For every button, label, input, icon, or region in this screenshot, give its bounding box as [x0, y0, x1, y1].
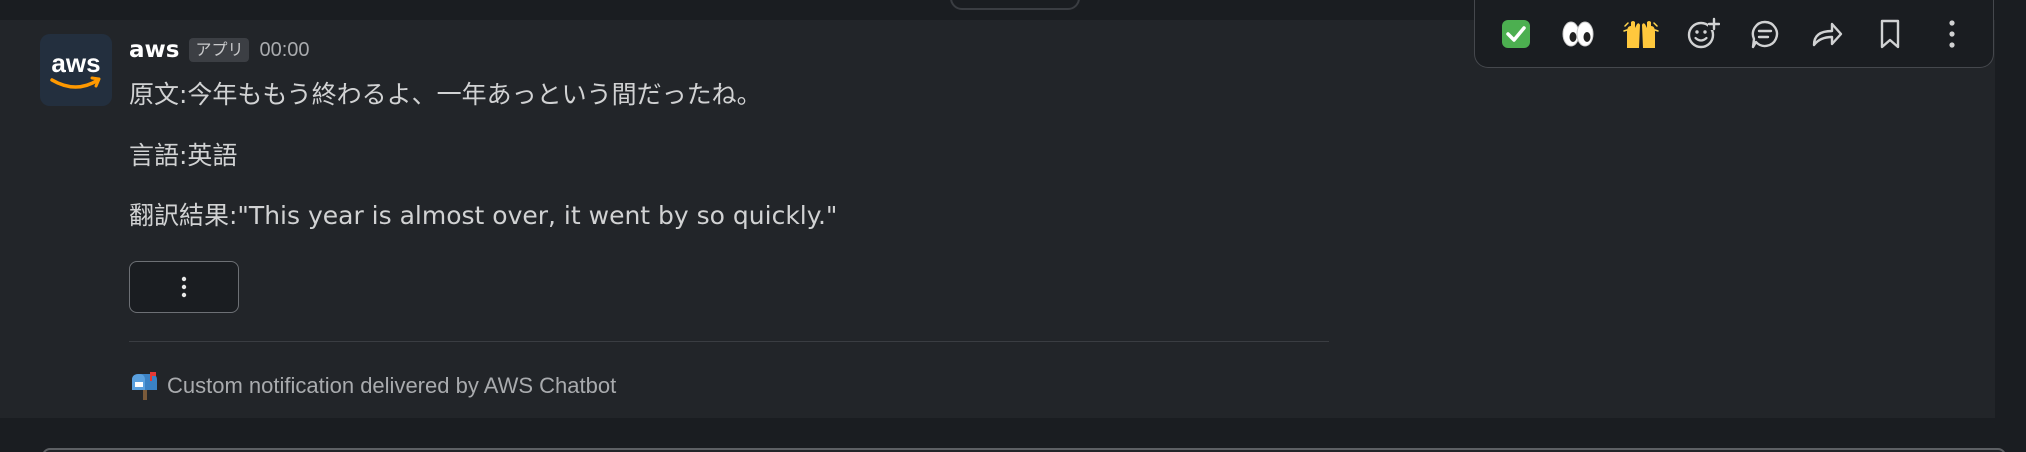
add-reaction-button[interactable]: [1680, 11, 1726, 57]
save-for-later-button[interactable]: [1867, 11, 1913, 57]
message-header: aws アプリ 00:00: [129, 34, 310, 66]
forward-icon: [1813, 22, 1843, 46]
avatar[interactable]: aws: [40, 34, 112, 106]
mailbox-icon: [132, 372, 157, 400]
add-reaction-icon: [1687, 17, 1720, 48]
forward-button[interactable]: [1804, 11, 1850, 57]
raised-hands-emoji-icon: [1622, 20, 1659, 48]
reply-in-thread-button[interactable]: [1742, 11, 1788, 57]
slack-window: aws aws アプリ 00:00 原文:今年ももう終わるよ、一年あっという間だ…: [0, 0, 2026, 452]
bookmark-icon: [1880, 19, 1899, 48]
react-eyes-button[interactable]: [1555, 11, 1601, 57]
footer-divider: [129, 341, 1329, 342]
new-messages-pill[interactable]: [950, 0, 1080, 10]
react-check-button[interactable]: [1493, 11, 1539, 57]
message-line-original: 原文:今年ももう終わるよ、一年あっという間だったね。: [129, 80, 762, 109]
scrollbar-track[interactable]: [1995, 0, 2026, 452]
footer-text: Custom notification delivered by AWS Cha…: [167, 373, 617, 398]
vertical-ellipsis-icon: [181, 276, 187, 298]
message-actions-toolbar: [1474, 0, 1994, 68]
overflow-menu-button[interactable]: [129, 261, 239, 313]
message-line-translation: 翻訳結果:"This year is almost over, it went …: [129, 201, 838, 230]
eyes-emoji-icon: [1562, 21, 1594, 46]
react-raised-hands-button[interactable]: [1618, 11, 1664, 57]
svg-text:aws: aws: [51, 48, 100, 78]
app-badge: アプリ: [189, 38, 250, 62]
reply-in-thread-icon: [1751, 20, 1779, 48]
white-check-mark-emoji-icon: [1502, 19, 1531, 48]
message-composer[interactable]: [42, 448, 2006, 452]
sender-name[interactable]: aws: [129, 37, 179, 63]
aws-logo-icon: aws: [40, 34, 112, 106]
more-actions-button[interactable]: [1929, 11, 1975, 57]
message-timestamp[interactable]: 00:00: [259, 39, 309, 62]
message-footer: Custom notification delivered by AWS Cha…: [129, 372, 616, 400]
message-line-language: 言語:英語: [129, 141, 238, 170]
more-actions-icon: [1949, 19, 1955, 48]
